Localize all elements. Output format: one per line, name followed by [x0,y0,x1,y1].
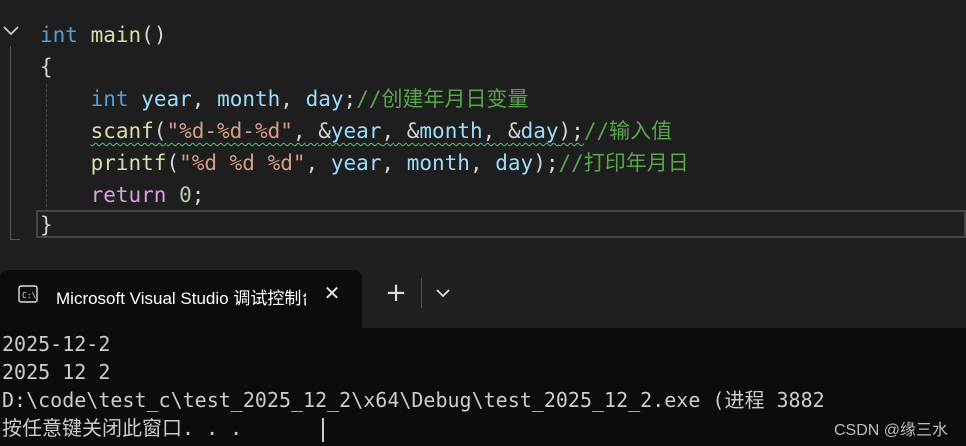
variable: year [330,119,382,143]
variable: month [406,151,470,175]
console-line: 2025-12-2 [2,332,111,356]
watermark: CSDN @缘三水 [834,422,949,439]
comment: //创建年月日变量 [356,87,529,111]
warning-squiggle[interactable]: scanf("%d-%d-%d", &year, &month, &day); [91,119,584,143]
keyword: int [90,87,129,111]
console-line: 按任意键关闭此窗口. . . [2,416,243,440]
punctuation: , [280,87,293,111]
address-op: & [406,119,420,143]
code-line-4[interactable]: scanf("%d-%d-%d", &year, &month, &day);/… [40,116,673,146]
outline-guide [10,46,11,240]
keyword: int [40,23,78,47]
current-line-highlight [36,210,966,238]
variable: month [419,119,483,143]
punctuation: ); [533,151,559,175]
console-output[interactable]: 2025-12-2 2025 12 2 D:\code\test_c\test_… [0,328,966,446]
string-literal: "%d %d %d" [179,151,306,175]
close-icon[interactable]: ✕ [320,281,344,305]
code-editor[interactable]: int main() { int year, month, day;//创建年月… [0,0,966,258]
comment: //输入值 [583,119,673,143]
address-op: & [318,119,331,143]
outline-guide-end [10,239,20,240]
punctuation: , [381,119,395,143]
terminal-tab[interactable]: C:\ Microsoft Visual Studio 调试控制台 ✕ [0,270,362,328]
new-tab-button[interactable]: + [382,278,410,308]
address-op: & [507,119,521,143]
terminal-tab-bar: C:\ Microsoft Visual Studio 调试控制台 ✕ + [0,258,966,328]
punctuation: , [469,151,483,175]
console-icon: C:\ [18,285,38,303]
code-line-3[interactable]: int year, month, day;//创建年月日变量 [40,84,529,114]
console-line: D:\code\test_c\test_2025_12_2\x64\Debug\… [2,388,825,412]
string-literal: "%d-%d-%d" [166,119,293,143]
tab-divider [421,278,422,308]
punctuation: , [292,119,306,143]
punctuation: ; [191,183,205,207]
function-name: printf [90,151,167,175]
svg-text:C:\: C:\ [22,291,37,300]
punctuation: () [141,23,167,47]
console-line: 2025 12 2 [2,360,111,384]
code-line-6[interactable]: return 0; [40,180,205,210]
punctuation: , [482,119,496,143]
code-line-1[interactable]: int main() [40,20,166,50]
chevron-down-icon[interactable] [430,280,456,306]
code-line-5[interactable]: printf("%d %d %d", year, month, day);//打… [40,148,689,178]
close-brace: } [40,213,53,237]
code-line-7[interactable]: } [40,210,53,240]
comment: //打印年月日 [558,151,689,175]
number-literal: 0 [179,183,192,207]
variable: day [495,151,534,175]
text-cursor [322,418,324,442]
function-name: main [90,23,142,47]
variable: month [217,87,281,111]
code-line-2[interactable]: { [40,52,53,82]
punctuation: ; [343,87,357,111]
variable: day [520,119,559,143]
variable: year [141,87,192,111]
open-brace: { [40,55,53,79]
punctuation: ( [153,119,167,143]
keyword: return [90,183,167,207]
variable: year [330,151,382,175]
punctuation: ( [166,151,180,175]
punctuation: , [191,87,205,111]
tab-title: Microsoft Visual Studio 调试控制台 [56,289,306,308]
punctuation: , [381,151,395,175]
function-name: scanf [90,119,154,143]
punctuation: ); [558,119,584,143]
punctuation: , [305,151,319,175]
fold-chevron-icon[interactable] [2,22,20,40]
variable: day [305,87,344,111]
